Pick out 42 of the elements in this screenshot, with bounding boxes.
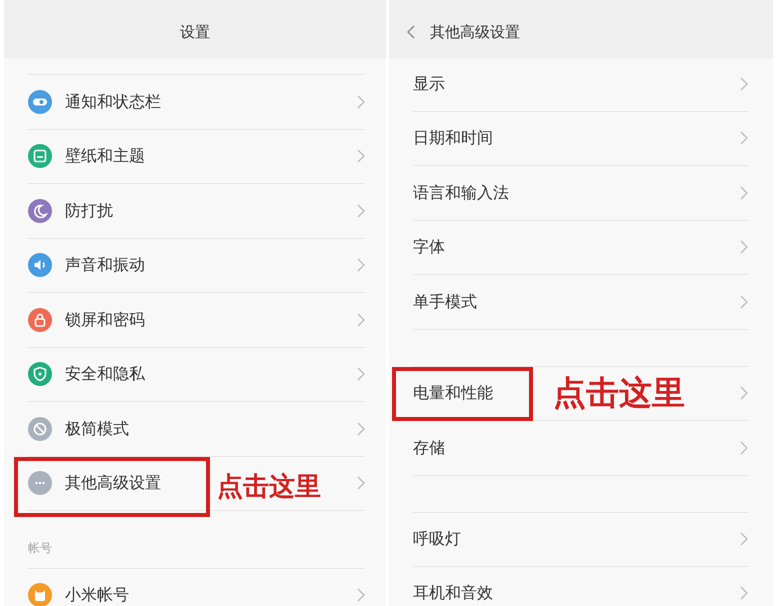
chevron-right-icon: [740, 532, 748, 546]
chevron-right-icon: [357, 258, 365, 272]
settings-item[interactable]: 防打扰: [65, 200, 113, 222]
back-icon[interactable]: [407, 25, 415, 39]
chevron-right-icon: [740, 586, 748, 600]
settings-item[interactable]: 电量和性能: [413, 382, 493, 404]
chevron-right-icon: [740, 386, 748, 400]
callout-text: 点击这里: [553, 374, 685, 412]
settings-item[interactable]: 日期和时间: [413, 127, 493, 150]
settings-item[interactable]: 字体: [413, 236, 445, 258]
chevron-right-icon: [740, 294, 748, 309]
chevron-right-icon: [740, 440, 748, 455]
settings-item[interactable]: 呼吸灯: [413, 528, 461, 550]
chevron-right-icon: [357, 94, 365, 109]
settings-item[interactable]: 其他高级设置: [65, 472, 161, 494]
settings-item[interactable]: 极简模式: [65, 418, 129, 440]
settings-item[interactable]: 小米帐号: [65, 584, 129, 606]
chevron-right-icon: [357, 149, 365, 164]
chevron-right-icon: [357, 588, 365, 602]
chevron-right-icon: [740, 186, 748, 200]
settings-item[interactable]: 锁屏和密码: [65, 308, 145, 331]
chevron-right-icon: [740, 240, 748, 254]
chevron-right-icon: [357, 422, 365, 436]
chevron-right-icon: [357, 204, 365, 218]
section-title: 帐号: [28, 540, 53, 557]
chevron-right-icon: [740, 131, 748, 146]
settings-item[interactable]: 耳机和音效: [413, 582, 493, 604]
screen-title: 设置: [180, 22, 210, 42]
screen-title: 其他高级设置: [430, 22, 520, 42]
settings-item[interactable]: 壁纸和主题: [65, 145, 145, 168]
chevron-right-icon: [740, 76, 748, 91]
chevron-right-icon: [357, 312, 365, 327]
settings-item[interactable]: 显示: [413, 72, 445, 95]
settings-item[interactable]: 单手模式: [413, 290, 477, 313]
callout-text: 点击这里: [217, 472, 321, 502]
chevron-right-icon: [357, 476, 365, 490]
settings-item[interactable]: 语言和输入法: [413, 182, 509, 204]
settings-item[interactable]: 通知和状态栏: [65, 90, 161, 113]
settings-item[interactable]: 存储: [413, 436, 445, 459]
settings-item[interactable]: 声音和振动: [65, 254, 145, 276]
chevron-right-icon: [357, 367, 365, 382]
settings-item[interactable]: 安全和隐私: [65, 363, 145, 386]
